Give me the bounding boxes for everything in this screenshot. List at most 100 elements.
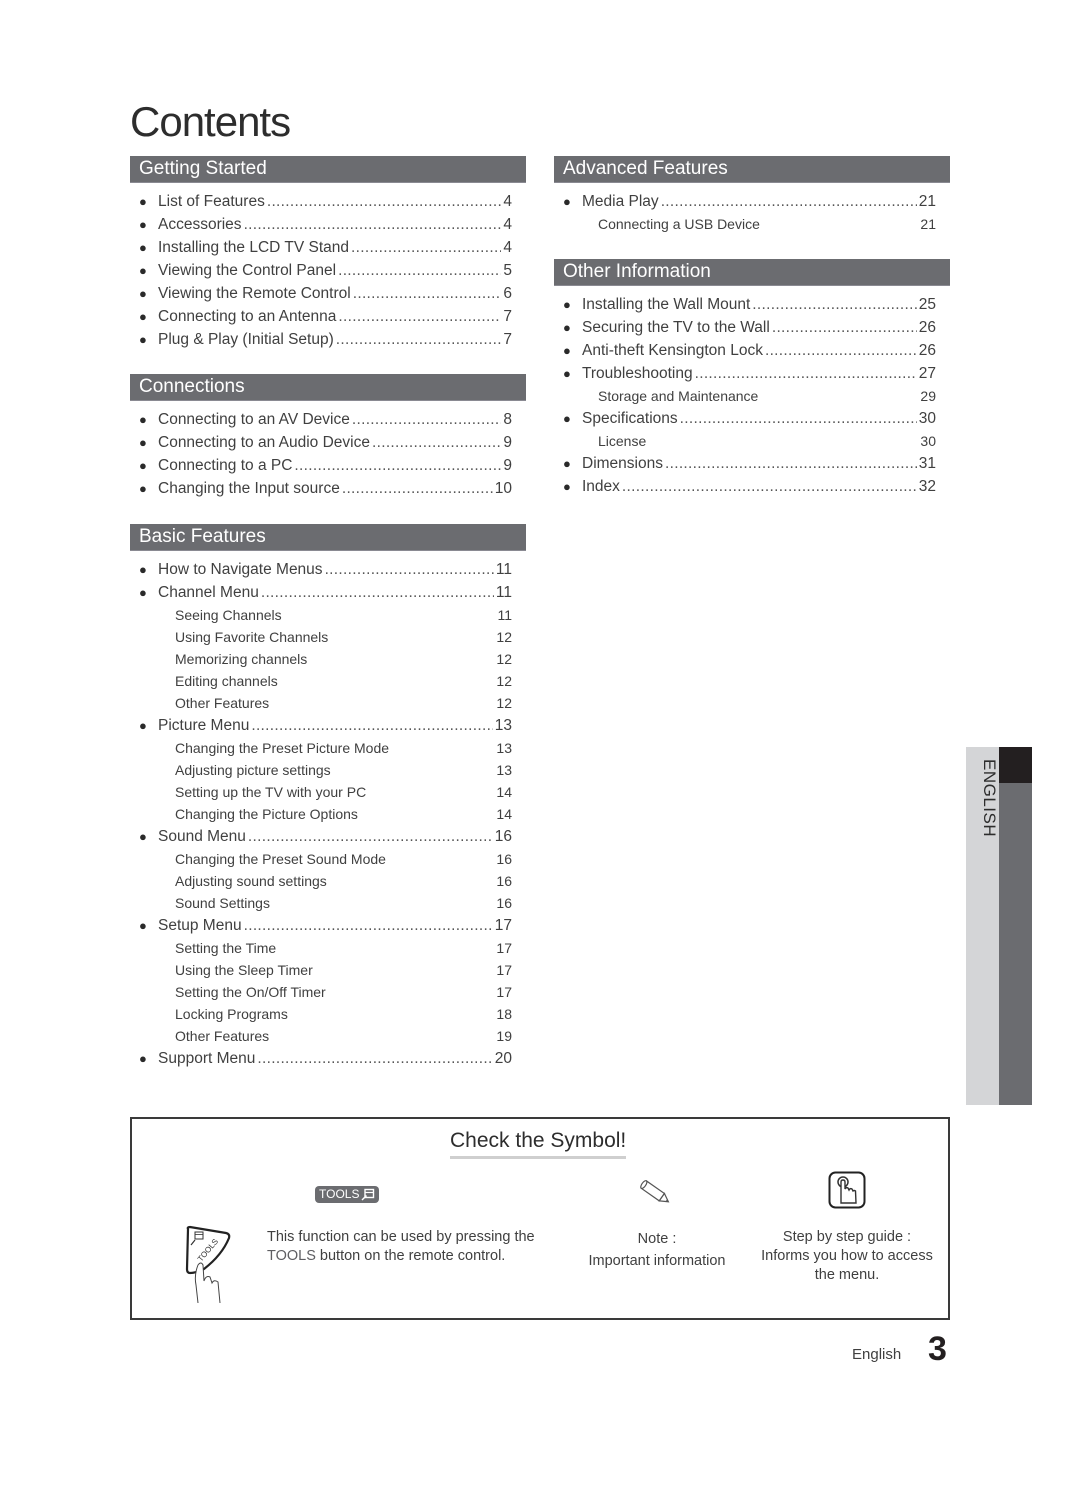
toc-subentry-label: Changing the Preset Picture Mode: [175, 740, 390, 756]
toc-subentry[interactable]: Editing channels 12: [130, 670, 526, 692]
toc-subentry[interactable]: License 30: [554, 430, 950, 452]
toc-subentry[interactable]: Other Features 19: [130, 1025, 526, 1047]
bullet-icon: ●: [139, 286, 147, 301]
language-side-tab[interactable]: ENGLISH: [966, 747, 1032, 1105]
toc-entry-page: 4: [503, 239, 512, 256]
dot-leader: [267, 190, 502, 213]
toc-subentry[interactable]: Using the Sleep Timer 17: [130, 959, 526, 981]
toc-entry[interactable]: ● Media Play 21: [554, 190, 950, 213]
toc-entry[interactable]: ● Troubleshooting 27: [554, 362, 950, 385]
toc-subentry[interactable]: Other Features 12: [130, 692, 526, 714]
toc-subentry-label: Connecting a USB Device: [598, 216, 760, 232]
toc-subentry-label: Other Features: [175, 695, 270, 711]
toc-subentry[interactable]: Changing the Preset Sound Mode 16: [130, 848, 526, 870]
toc-entry[interactable]: ● How to Navigate Menus 11: [130, 558, 526, 581]
dot-leader: [695, 362, 917, 385]
toc-subentry-label: Changing the Preset Sound Mode: [175, 851, 386, 867]
bullet-icon: ●: [139, 718, 147, 733]
toc-entry-label: Setup Menu: [158, 917, 242, 934]
toc-entry[interactable]: ● Connecting to an AV Device 8: [130, 408, 526, 431]
dot-leader: [661, 190, 917, 213]
toc-subentry[interactable]: Seeing Channels 11: [130, 604, 526, 626]
side-tab-language-label: ENGLISH: [980, 759, 999, 838]
dot-leader: [257, 1047, 492, 1070]
toc-subentry[interactable]: Adjusting picture settings 13: [130, 759, 526, 781]
bullet-icon: ●: [139, 194, 147, 209]
toc-subentry-label: Setting the On/Off Timer: [175, 984, 326, 1000]
section-header: Other Information: [554, 259, 950, 286]
toc-entry[interactable]: ● Connecting to a PC 9: [130, 454, 526, 477]
bullet-icon: ●: [139, 585, 147, 600]
toc-entry[interactable]: ● Plug & Play (Initial Setup) 7: [130, 328, 526, 351]
toc-entry[interactable]: ● Installing the Wall Mount 25: [554, 293, 950, 316]
check-symbol-box: Check the Symbol! TOOLS TOOLS This funct…: [130, 1117, 950, 1320]
toc-entry[interactable]: ● Setup Menu 17: [130, 914, 526, 937]
bullet-icon: ●: [139, 332, 147, 347]
toc-subentry[interactable]: Connecting a USB Device 21: [554, 213, 950, 235]
toc-entry-label: List of Features: [158, 193, 265, 210]
toc-subentry-label: Using the Sleep Timer: [175, 962, 313, 978]
dot-leader: [352, 408, 502, 431]
toc-entry[interactable]: ● Dimensions 31: [554, 452, 950, 475]
toc-section: Getting Started ● List of Features 4 ● Access…: [130, 156, 526, 351]
toc-entry-page: 7: [503, 308, 512, 325]
dot-leader: [336, 328, 502, 351]
dot-leader: [680, 407, 917, 430]
toc-entry-label: Support Menu: [158, 1050, 256, 1067]
toc-entry-label: Connecting to an Audio Device: [158, 434, 370, 451]
toc-section: Other Information ● Installing the Wall Mo…: [554, 259, 950, 498]
bullet-icon: ●: [563, 343, 571, 358]
toc-entry[interactable]: ● Sound Menu 16: [130, 825, 526, 848]
toc-entry[interactable]: ● Viewing the Control Panel 5: [130, 259, 526, 282]
toc-entry[interactable]: ● Channel Menu 11: [130, 581, 526, 604]
toc-subentry[interactable]: Changing the Preset Picture Mode 13: [130, 737, 526, 759]
footer-page-number: 3: [928, 1330, 947, 1368]
toc-entry-page: 16: [494, 828, 512, 845]
toc-subentry-page: 16: [496, 851, 512, 867]
section-header: Advanced Features: [554, 156, 950, 183]
toc-section: Connections●Connecting to an AV Device8●…: [130, 374, 526, 500]
section-header: Basic Features: [130, 524, 526, 551]
toc-entry[interactable]: ● List of Features 4: [130, 190, 526, 213]
dot-leader: [338, 305, 501, 328]
toc-entry[interactable]: ● Changing the Input source 10: [130, 477, 526, 500]
toc-entry[interactable]: ● Viewing the Remote Control 6: [130, 282, 526, 305]
toc-subentry[interactable]: Setting the On/Off Timer 17: [130, 981, 526, 1003]
toc-entry[interactable]: ● Accessories 4: [130, 213, 526, 236]
bullet-icon: ●: [563, 479, 571, 494]
toc-entry[interactable]: ● Installing the LCD TV Stand 4: [130, 236, 526, 259]
toc-subentry[interactable]: Setting the Time 17: [130, 937, 526, 959]
toc-subentry[interactable]: Storage and Maintenance 29: [554, 385, 950, 407]
toc-subentry[interactable]: Setting up the TV with your PC 14: [130, 781, 526, 803]
toc-entry[interactable]: ● Securing the TV to the Wall 26: [554, 316, 950, 339]
toc-entry[interactable]: ● Connecting to an Audio Device 9: [130, 431, 526, 454]
toc-subentry-page: 13: [496, 762, 512, 778]
toc-subentry[interactable]: Using Favorite Channels 12: [130, 626, 526, 648]
toc-subentry[interactable]: Locking Programs 18: [130, 1003, 526, 1025]
note-detail: Important information: [588, 1253, 726, 1269]
toc-subentry-page: 17: [496, 984, 512, 1000]
dot-leader: [325, 558, 494, 581]
toc-subentry-page: 12: [496, 629, 512, 645]
toc-subentry[interactable]: Changing the Picture Options 14: [130, 803, 526, 825]
dot-leader: [294, 454, 501, 477]
bullet-icon: ●: [563, 297, 571, 312]
toc-subentry[interactable]: Memorizing channels 12: [130, 648, 526, 670]
dot-leader: [248, 825, 493, 848]
toc-subentry[interactable]: Sound Settings 16: [130, 892, 526, 914]
note-title: Note :: [637, 1231, 677, 1247]
toc-entry[interactable]: ● Index 32: [554, 475, 950, 498]
toc-entry-label: Anti-theft Kensington Lock: [582, 342, 763, 359]
toc-subentry-page: 21: [920, 216, 936, 232]
section-header: Connections: [130, 374, 526, 401]
toc-entry[interactable]: ● Anti-theft Kensington Lock 26: [554, 339, 950, 362]
toc-entry[interactable]: ● Connecting to an Antenna 7: [130, 305, 526, 328]
toc-entry[interactable]: ● Picture Menu 13: [130, 714, 526, 737]
toc-entry-label: Dimensions: [582, 455, 663, 472]
note-description: Note : Important information: [572, 1228, 742, 1272]
tools-description-suffix: button on the remote control.: [319, 1248, 506, 1264]
toc-subentry[interactable]: Adjusting sound settings 16: [130, 870, 526, 892]
toc-entry[interactable]: ● Support Menu 20: [130, 1047, 526, 1070]
toc-entry[interactable]: ● Specifications 30: [554, 407, 950, 430]
toc-entry-label: Plug & Play (Initial Setup): [158, 331, 334, 348]
